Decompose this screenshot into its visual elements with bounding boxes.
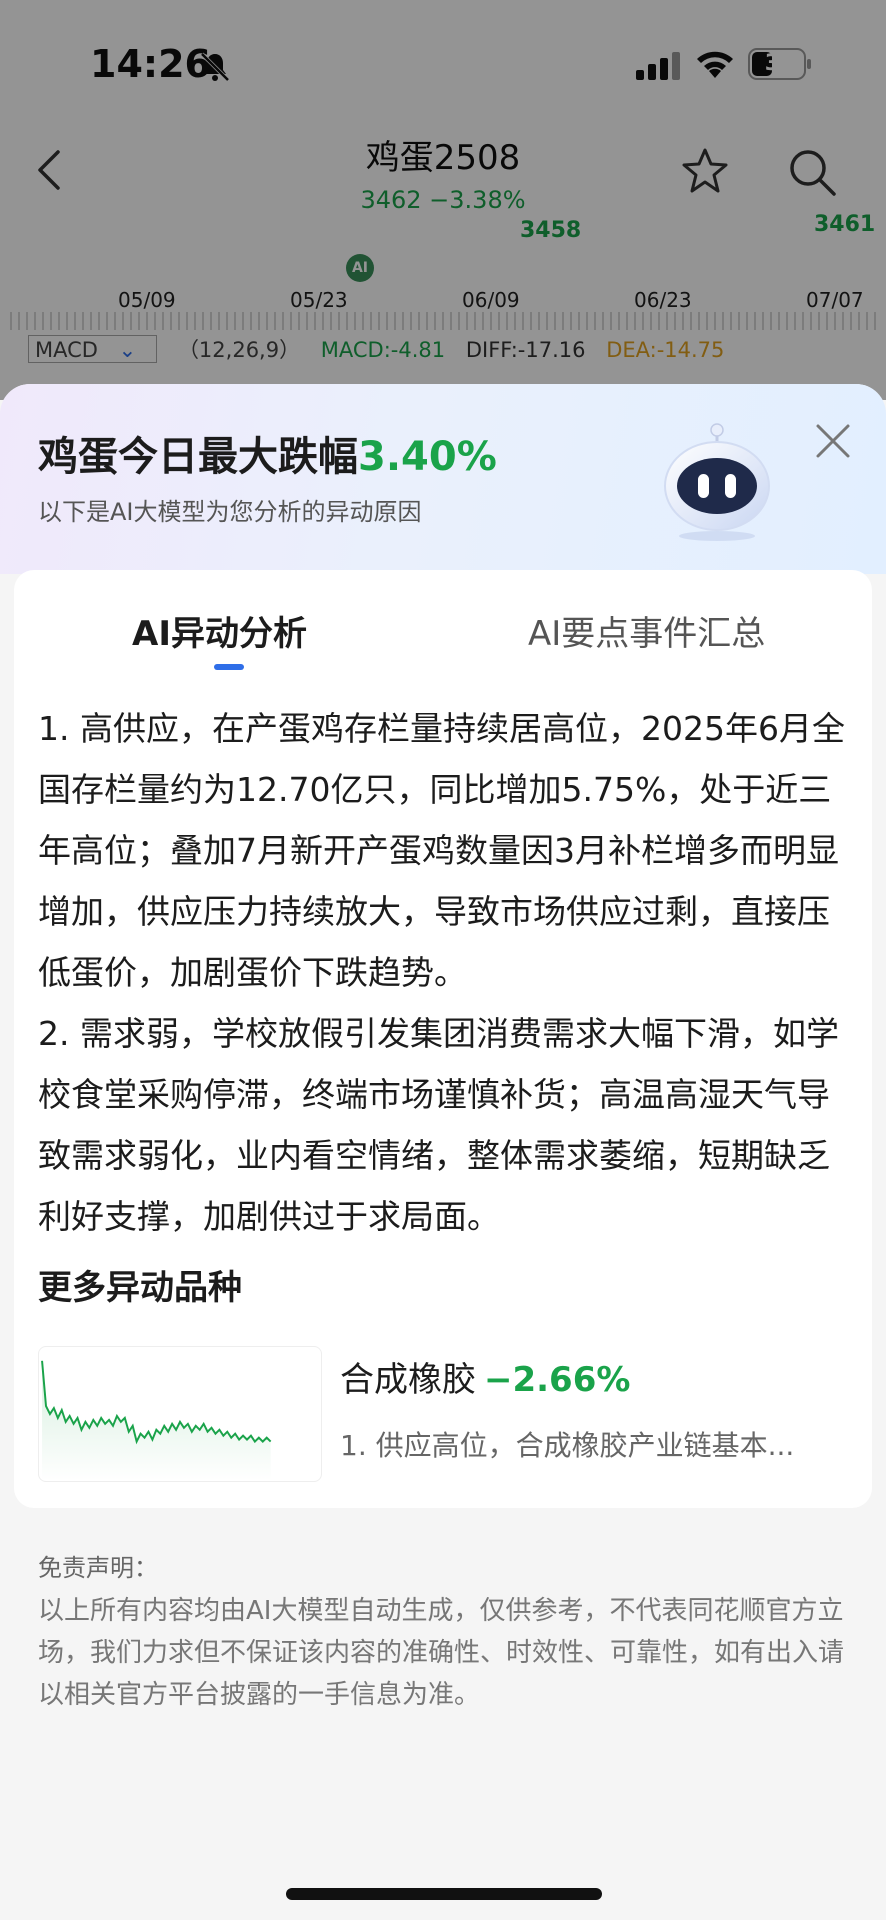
ai-analysis-sheet: 鸡蛋今日最大跌幅3.40% 以下是AI大模型为您分析的异动原因 AI异动分析 A… bbox=[0, 384, 886, 1920]
more-item-label: 合成橡胶 bbox=[340, 1360, 476, 1400]
disclaimer-body: 以上所有内容均由AI大模型自动生成，仅供参考，不代表同花顺官方立场，我们力求但不… bbox=[38, 1596, 845, 1710]
sheet-header: 鸡蛋今日最大跌幅3.40% 以下是AI大模型为您分析的异动原因 bbox=[0, 384, 886, 574]
tab-ai-events[interactable]: AI要点事件汇总 bbox=[528, 606, 765, 655]
home-indicator[interactable] bbox=[286, 1888, 602, 1900]
analysis-paragraph: 2. 需求弱，学校放假引发集团消费需求大幅下滑，如学校食堂采购停滞，终端市场谨慎… bbox=[38, 1014, 839, 1236]
analysis-paragraph: 1. 高供应，在产蛋鸡存栏量持续居高位，2025年6月全国存栏量约为12.70亿… bbox=[38, 709, 845, 992]
sheet-title-pct: 3.40% bbox=[358, 434, 497, 480]
close-icon[interactable] bbox=[812, 420, 854, 462]
dim-overlay[interactable] bbox=[0, 0, 886, 400]
tab-ai-analysis[interactable]: AI异动分析 bbox=[132, 606, 307, 655]
sheet-title: 鸡蛋今日最大跌幅3.40% bbox=[38, 424, 497, 482]
more-item-desc[interactable]: 1. 供应高位，合成橡胶产业链基本... bbox=[340, 1424, 860, 1464]
disclaimer-title: 免责声明： bbox=[38, 1554, 158, 1582]
more-item-pct: −2.66% bbox=[484, 1360, 631, 1400]
background-app: 14:26 34 鸡蛋2508 3462 −3.38% 3458 3461 AI… bbox=[0, 0, 886, 400]
more-varieties-title: 更多异动品种 bbox=[38, 1268, 242, 1308]
mini-trend-chart[interactable] bbox=[38, 1346, 322, 1482]
sheet-title-text: 鸡蛋今日最大跌幅 bbox=[38, 434, 358, 480]
tab-indicator bbox=[214, 664, 244, 670]
more-item-name[interactable]: 合成橡胶 −2.66% bbox=[340, 1352, 630, 1401]
analysis-card: AI异动分析 AI要点事件汇总 1. 高供应，在产蛋鸡存栏量持续居高位，2025… bbox=[14, 570, 872, 1508]
ai-robot-icon bbox=[664, 423, 770, 541]
analysis-text: 1. 高供应，在产蛋鸡存栏量持续居高位，2025年6月全国存栏量约为12.70亿… bbox=[38, 698, 854, 1247]
sheet-subtitle: 以下是AI大模型为您分析的异动原因 bbox=[38, 498, 422, 526]
